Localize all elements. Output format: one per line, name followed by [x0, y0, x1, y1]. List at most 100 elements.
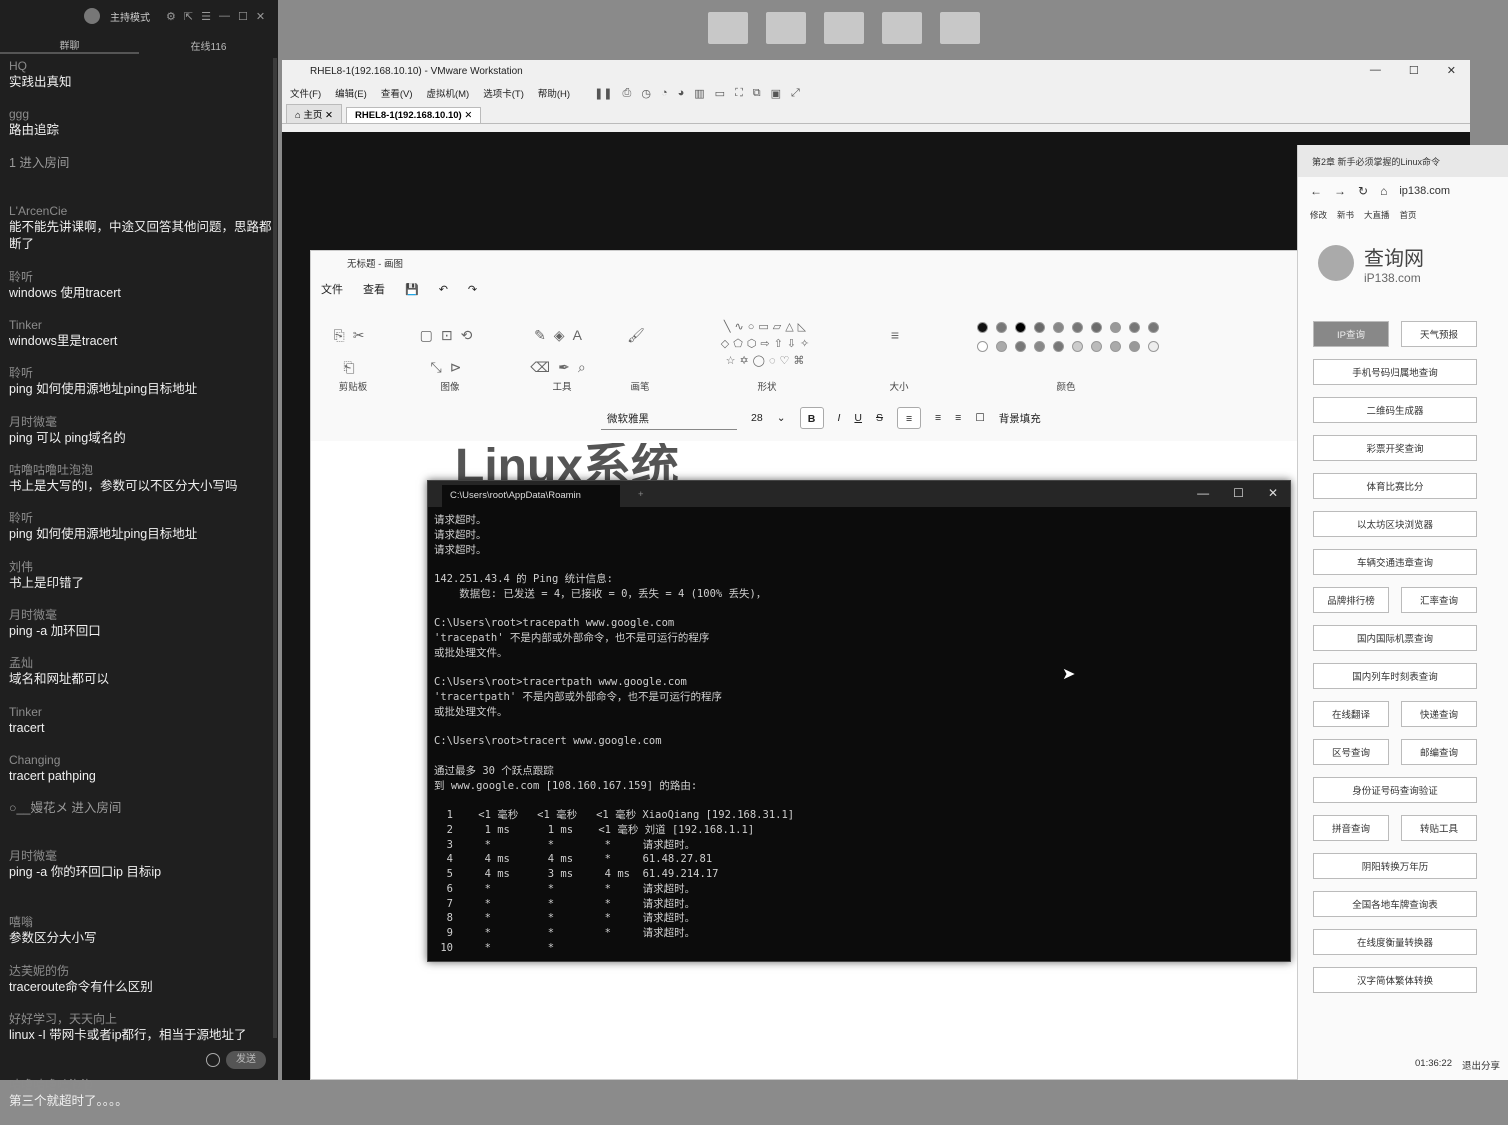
forward-icon[interactable]: →	[1334, 184, 1346, 198]
pause-icon[interactable]: ❚❚	[594, 87, 612, 100]
close-icon[interactable]: ✕	[1447, 64, 1456, 77]
shapes-icon[interactable]: ╲∿○▭▱△◺ ◇⬠⬡⇨⇧⇩✧ ☆✡◯◌♡⌘	[677, 319, 857, 370]
maximize-icon[interactable]: ☐	[238, 10, 248, 23]
tool-link[interactable]: 在线度衡量转换器	[1313, 929, 1477, 955]
bookmark-item[interactable]: 首页	[1400, 209, 1417, 221]
tool-link[interactable]: 国内列车时刻表查询	[1313, 663, 1477, 689]
bookmark-item[interactable]: 修改	[1310, 209, 1327, 221]
maximize-icon[interactable]: ☐	[1233, 486, 1244, 500]
terminal-output[interactable]: 请求超时。 请求超时。 请求超时。 142.251.43.4 的 Ping 统计…	[428, 507, 1290, 961]
color-swatch[interactable]	[1129, 341, 1140, 352]
size-icon[interactable]: ≡	[879, 319, 919, 351]
image-group[interactable]: ▢⊡⟲ ⤡⊳ 图像	[399, 319, 501, 393]
color-swatch[interactable]	[1091, 322, 1102, 333]
home-icon[interactable]: ⌂	[1380, 184, 1387, 198]
color-swatch[interactable]	[996, 322, 1007, 333]
menu-view[interactable]: 查看	[363, 281, 385, 297]
minimize-icon[interactable]: —	[1370, 64, 1381, 77]
menu-icon[interactable]: ☰	[201, 10, 211, 23]
shapes-group[interactable]: ╲∿○▭▱△◺ ◇⬠⬡⇨⇧⇩✧ ☆✡◯◌♡⌘ 形状	[677, 319, 857, 393]
tool-link[interactable]: 邮编查询	[1401, 739, 1477, 765]
tool-link[interactable]: 汇率查询	[1401, 587, 1477, 613]
menu-view[interactable]: 查看(V)	[381, 86, 413, 100]
menu-tabs[interactable]: 选项卡(T)	[483, 86, 524, 100]
minimize-icon[interactable]: —	[219, 10, 230, 23]
close-icon[interactable]: ✕	[1268, 486, 1278, 500]
align-right-button[interactable]: ≡	[955, 412, 961, 424]
stretch-icon[interactable]: ⤢	[791, 87, 800, 100]
menu-edit[interactable]: 编辑(E)	[335, 86, 367, 100]
undo-icon[interactable]: ↶	[439, 283, 448, 296]
chat-scrollbar[interactable]	[273, 58, 277, 1038]
tool-link[interactable]: 拼音查询	[1313, 815, 1389, 841]
font-size-select[interactable]: 28	[751, 412, 763, 424]
redo-icon[interactable]: ↷	[468, 283, 477, 296]
minimize-icon[interactable]: —	[1197, 486, 1209, 500]
tool-link[interactable]: 彩票开奖查询	[1313, 435, 1477, 461]
desktop-shortcut[interactable]	[766, 12, 806, 48]
color-swatch[interactable]	[996, 341, 1007, 352]
clipboard-group[interactable]: ⎘✂ ⎗ 剪贴板	[323, 319, 383, 393]
tool-link[interactable]: 天气预报	[1401, 321, 1477, 347]
strikethrough-button[interactable]: S	[876, 412, 883, 424]
menu-file[interactable]: 文件(F)	[290, 86, 321, 100]
color-swatch[interactable]	[1091, 341, 1102, 352]
size-group[interactable]: ≡ 大小	[879, 319, 919, 393]
sidebar-icon[interactable]: ▥	[694, 87, 704, 100]
back-icon[interactable]: ←	[1310, 184, 1322, 198]
color-swatch[interactable]	[1110, 322, 1121, 333]
underline-button[interactable]: U	[854, 412, 862, 424]
tools-group[interactable]: ✎◈A ⌫✒⌕ 工具	[521, 319, 603, 393]
close-icon[interactable]: ✕	[256, 10, 265, 23]
color-swatch[interactable]	[1148, 341, 1159, 352]
align-center-button[interactable]: ≡	[935, 412, 941, 424]
emoji-icon[interactable]	[206, 1053, 220, 1067]
select-icon[interactable]: ▢⊡⟲ ⤡⊳	[399, 319, 501, 383]
send-button[interactable]: 发送	[226, 1051, 266, 1069]
desktop-shortcut[interactable]	[708, 12, 748, 48]
tool-link[interactable]: 快递查询	[1401, 701, 1477, 727]
brush-icon[interactable]: 🖌	[617, 319, 663, 351]
fill-checkbox[interactable]: ☐	[975, 412, 984, 424]
color-swatch[interactable]	[1110, 341, 1121, 352]
color-swatch[interactable]	[977, 322, 988, 333]
console-icon[interactable]: ▣	[771, 87, 781, 100]
color-swatch[interactable]	[977, 341, 988, 352]
tool-link[interactable]: 车辆交通违章查询	[1313, 549, 1477, 575]
italic-button[interactable]: I	[838, 412, 841, 424]
color-swatch[interactable]	[1015, 341, 1026, 352]
tab-home[interactable]: ⌂ 主页 ✕	[286, 104, 343, 123]
tool-link[interactable]: 在线翻译	[1313, 701, 1389, 727]
settings-icon[interactable]: ⚙	[166, 10, 176, 23]
tool-link[interactable]: IP查询	[1313, 321, 1389, 347]
menu-vm[interactable]: 虚拟机(M)	[426, 86, 469, 100]
tool-link[interactable]: 二维码生成器	[1313, 397, 1477, 423]
tab-vm[interactable]: RHEL8-1(192.168.10.10) ✕	[346, 107, 482, 123]
size-dropdown-icon[interactable]: ⌄	[777, 412, 786, 424]
tool-link[interactable]: 体育比赛比分	[1313, 473, 1477, 499]
tab-group-chat[interactable]: 群聊	[0, 37, 139, 54]
clipboard-icon[interactable]: ⎘✂ ⎗	[323, 319, 383, 383]
color-swatch[interactable]	[1072, 322, 1083, 333]
desktop-shortcut[interactable]	[882, 12, 922, 48]
revert-icon[interactable]: ◔	[661, 87, 668, 100]
color-swatch[interactable]	[1053, 322, 1064, 333]
manage-icon[interactable]: ◕	[678, 87, 685, 100]
save-icon[interactable]: 💾	[405, 283, 419, 296]
colors-group[interactable]: 颜色	[931, 319, 1201, 393]
tool-link[interactable]: 身份证号码查询验证	[1313, 777, 1477, 803]
color-swatch[interactable]	[1148, 322, 1159, 333]
brushes-group[interactable]: 🖌 画笔	[617, 319, 663, 393]
browser-tab[interactable]: 第2章 新手必须掌握的Linux命令	[1298, 145, 1508, 177]
desktop-shortcut[interactable]	[940, 12, 980, 48]
menu-help[interactable]: 帮助(H)	[538, 86, 570, 100]
color-swatch[interactable]	[1053, 341, 1064, 352]
align-left-button[interactable]: ≡	[897, 407, 922, 429]
new-tab-icon[interactable]: +	[638, 489, 644, 500]
tool-link[interactable]: 汉字简体繁体转换	[1313, 967, 1477, 993]
tool-link[interactable]: 转贴工具	[1401, 815, 1477, 841]
snapshot-icon[interactable]: ◷	[641, 87, 651, 100]
tool-link[interactable]: 手机号码归属地查询	[1313, 359, 1477, 385]
popout-icon[interactable]: ⇱	[184, 10, 193, 23]
tab-online[interactable]: 在线116	[139, 38, 278, 53]
